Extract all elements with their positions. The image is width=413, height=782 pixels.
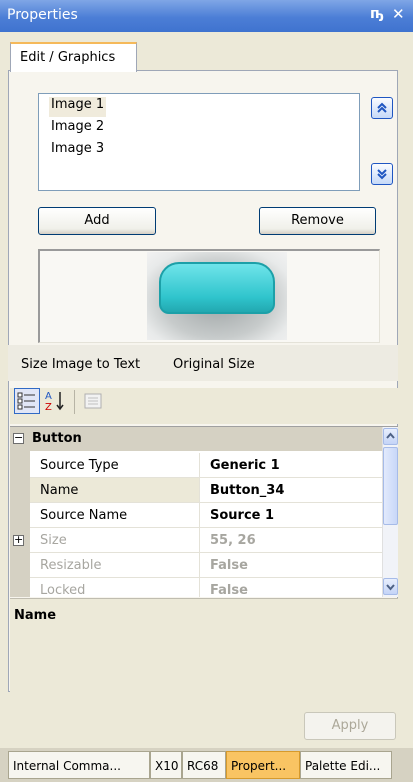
close-icon[interactable]: ✕ — [392, 5, 405, 23]
preview-image — [147, 252, 287, 340]
alphabetical-az-icon: A Z — [45, 391, 64, 413]
property-row-source-name[interactable]: Source Name Source 1 — [10, 503, 382, 529]
list-item-image-3[interactable]: Image 3 — [49, 141, 106, 161]
property-value[interactable]: Generic 1 — [200, 453, 382, 478]
svg-text:A: A — [45, 391, 52, 402]
add-button[interactable]: Add — [38, 207, 156, 235]
property-row-size[interactable]: + Size 55, 26 — [10, 528, 382, 554]
property-label: Source Name — [30, 503, 200, 528]
property-value: False — [200, 553, 382, 578]
category-row-button[interactable]: − Button — [10, 427, 382, 451]
move-down-button[interactable] — [371, 163, 393, 185]
double-chevron-down-icon — [377, 169, 387, 180]
move-up-button[interactable] — [371, 97, 393, 119]
property-label: Resizable — [30, 553, 200, 578]
category-label: Button — [32, 431, 82, 446]
property-label: Locked — [30, 578, 200, 597]
alphabetical-button[interactable]: A Z — [43, 388, 69, 414]
double-chevron-up-icon — [377, 102, 387, 113]
property-label: Source Type — [30, 453, 200, 478]
image-list[interactable]: Image 1 Image 2 Image 3 — [38, 93, 360, 191]
property-value[interactable]: Source 1 — [200, 503, 382, 528]
remove-button[interactable]: Remove — [259, 207, 376, 235]
dock-tab-internal-commands[interactable]: Internal Comma... — [8, 751, 150, 779]
size-image-to-text-link[interactable]: Size Image to Text — [21, 357, 140, 372]
scroll-thumb[interactable] — [383, 447, 398, 525]
property-value[interactable]: Button_34 — [200, 478, 382, 503]
description-title: Name — [14, 608, 57, 623]
scroll-down-icon[interactable] — [383, 578, 398, 595]
categorized-icon — [17, 392, 35, 410]
dock-tabs: Internal Comma... X10 RC68 Propert... Pa… — [0, 748, 413, 782]
property-toolbar: A Z — [10, 388, 398, 424]
apply-button[interactable]: Apply — [304, 712, 396, 740]
original-size-link[interactable]: Original Size — [173, 357, 255, 372]
description-pane: Name — [10, 598, 398, 693]
property-pages-button[interactable] — [80, 388, 106, 414]
title-bar: Properties ҧ ✕ — [0, 0, 413, 32]
vertical-scrollbar[interactable] — [382, 427, 398, 597]
window-title: Properties — [7, 7, 78, 23]
property-row-name[interactable]: Name Button_34 — [10, 478, 382, 504]
categorized-button[interactable] — [14, 388, 40, 414]
property-value: 55, 26 — [200, 528, 382, 553]
collapse-icon[interactable]: − — [13, 432, 24, 444]
tab-edit-graphics[interactable]: Edit / Graphics — [10, 42, 137, 72]
button-shape-preview — [159, 262, 275, 314]
property-row-locked[interactable]: Locked False — [10, 578, 382, 597]
dock-tab-properties[interactable]: Propert... — [226, 751, 300, 779]
property-pages-icon — [84, 393, 102, 409]
property-row-source-type[interactable]: Source Type Generic 1 — [10, 453, 382, 479]
property-label: Name — [30, 478, 200, 503]
list-item-image-1[interactable]: Image 1 — [49, 97, 107, 117]
property-grid: − Button Source Type Generic 1 Name Butt… — [10, 426, 398, 597]
svg-text:Z: Z — [45, 402, 52, 413]
scroll-up-icon[interactable] — [383, 428, 398, 445]
size-options: Size Image to Text Original Size — [8, 345, 398, 381]
property-label: Size — [30, 528, 200, 553]
property-row-resizable[interactable]: Resizable False — [10, 553, 382, 579]
list-item-image-2[interactable]: Image 2 — [49, 119, 106, 139]
dock-tab-rc68[interactable]: RC68 — [182, 751, 226, 779]
expand-icon[interactable]: + — [13, 534, 24, 546]
image-preview — [38, 249, 380, 343]
dock-tab-palette-editor[interactable]: Palette Edi... — [300, 751, 392, 779]
toolbar-separator — [74, 390, 75, 414]
pin-icon[interactable]: ҧ — [370, 6, 384, 22]
property-value: False — [200, 578, 382, 597]
tab-label: Edit / Graphics — [20, 50, 116, 65]
dock-tab-x10[interactable]: X10 — [150, 751, 182, 779]
